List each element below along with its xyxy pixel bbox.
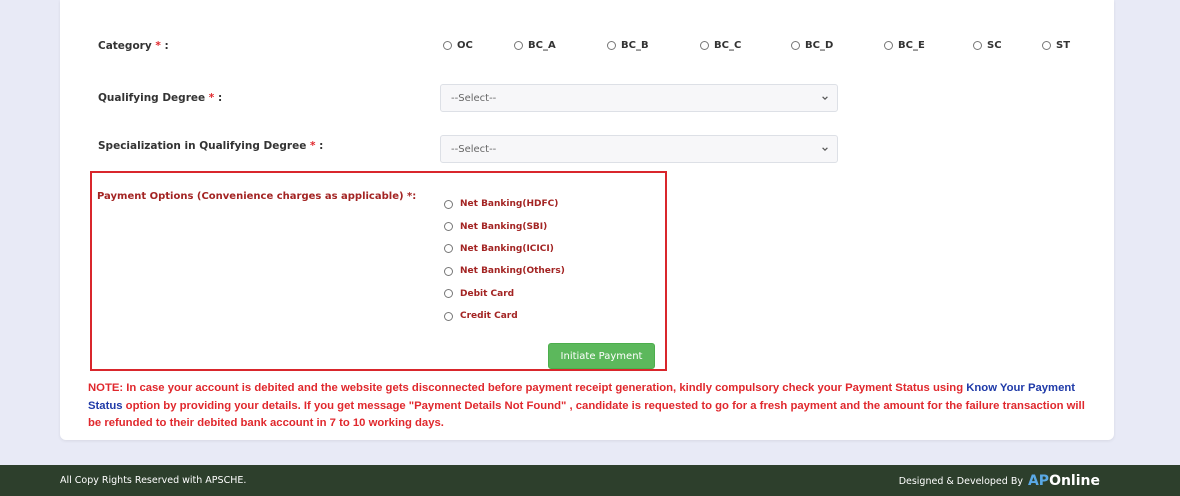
payment-option-debit-card[interactable]: Debit Card: [444, 283, 565, 305]
radio-icon[interactable]: [444, 266, 453, 276]
payment-options-box: Payment Options (Convenience charges as …: [90, 171, 667, 371]
radio-icon[interactable]: [791, 41, 800, 50]
radio-icon[interactable]: [607, 41, 616, 50]
form-card: Category * : OC BC_A BC_B BC_C BC_D BC_E: [60, 0, 1114, 440]
initiate-payment-button[interactable]: Initiate Payment: [548, 343, 655, 369]
payment-options-label: Payment Options (Convenience charges as …: [97, 191, 417, 202]
category-option-bc-c[interactable]: BC_C: [700, 40, 791, 51]
radio-icon[interactable]: [884, 41, 893, 50]
category-option-bc-e[interactable]: BC_E: [884, 40, 973, 51]
specialization-label: Specialization in Qualifying Degree * :: [98, 140, 324, 152]
qualifying-degree-label: Qualifying Degree * :: [98, 92, 223, 104]
category-option-st[interactable]: ST: [1042, 40, 1082, 51]
radio-icon[interactable]: [444, 199, 453, 209]
payment-option-net-banking-others[interactable]: Net Banking(Others): [444, 260, 565, 282]
radio-icon[interactable]: [443, 41, 452, 50]
radio-icon[interactable]: [514, 41, 523, 50]
qualifying-degree-select[interactable]: --Select--: [440, 84, 838, 112]
aponline-logo: APOnline: [1027, 473, 1100, 489]
radio-icon[interactable]: [1042, 41, 1051, 50]
radio-icon[interactable]: [700, 41, 709, 50]
category-option-bc-d[interactable]: BC_D: [791, 40, 884, 51]
chevron-down-icon: [822, 147, 828, 152]
radio-icon[interactable]: [444, 289, 453, 299]
radio-icon[interactable]: [973, 41, 982, 50]
radio-icon[interactable]: [444, 311, 453, 321]
chevron-down-icon: [822, 96, 828, 101]
payment-note: NOTE: In case your account is debited an…: [88, 382, 1085, 429]
radio-icon[interactable]: [444, 244, 453, 254]
footer-credit: Designed & Developed By APOnline: [898, 473, 1100, 489]
payment-option-net-banking-sbi[interactable]: Net Banking(SBI): [444, 215, 565, 237]
required-mark: *: [208, 92, 215, 104]
category-option-sc[interactable]: SC: [973, 40, 1042, 51]
required-mark: *: [155, 40, 161, 52]
specialization-select[interactable]: --Select--: [440, 135, 838, 163]
required-mark: *: [309, 140, 316, 152]
payment-radio-group: Net Banking(HDFC) Net Banking(SBI) Net B…: [444, 193, 565, 327]
category-option-bc-b[interactable]: BC_B: [607, 40, 700, 51]
category-option-oc[interactable]: OC: [443, 40, 514, 51]
footer-copyright: All Copy Rights Reserved with APSCHE.: [60, 475, 247, 486]
category-label: Category * :: [98, 40, 169, 52]
category-option-bc-a[interactable]: BC_A: [514, 40, 607, 51]
radio-icon[interactable]: [444, 222, 453, 232]
payment-option-credit-card[interactable]: Credit Card: [444, 305, 565, 327]
category-radio-group: OC BC_A BC_B BC_C BC_D BC_E SC ST: [443, 40, 1082, 51]
payment-option-net-banking-hdfc[interactable]: Net Banking(HDFC): [444, 193, 565, 215]
payment-option-net-banking-icici[interactable]: Net Banking(ICICI): [444, 238, 565, 260]
footer: All Copy Rights Reserved with APSCHE. De…: [0, 465, 1180, 496]
